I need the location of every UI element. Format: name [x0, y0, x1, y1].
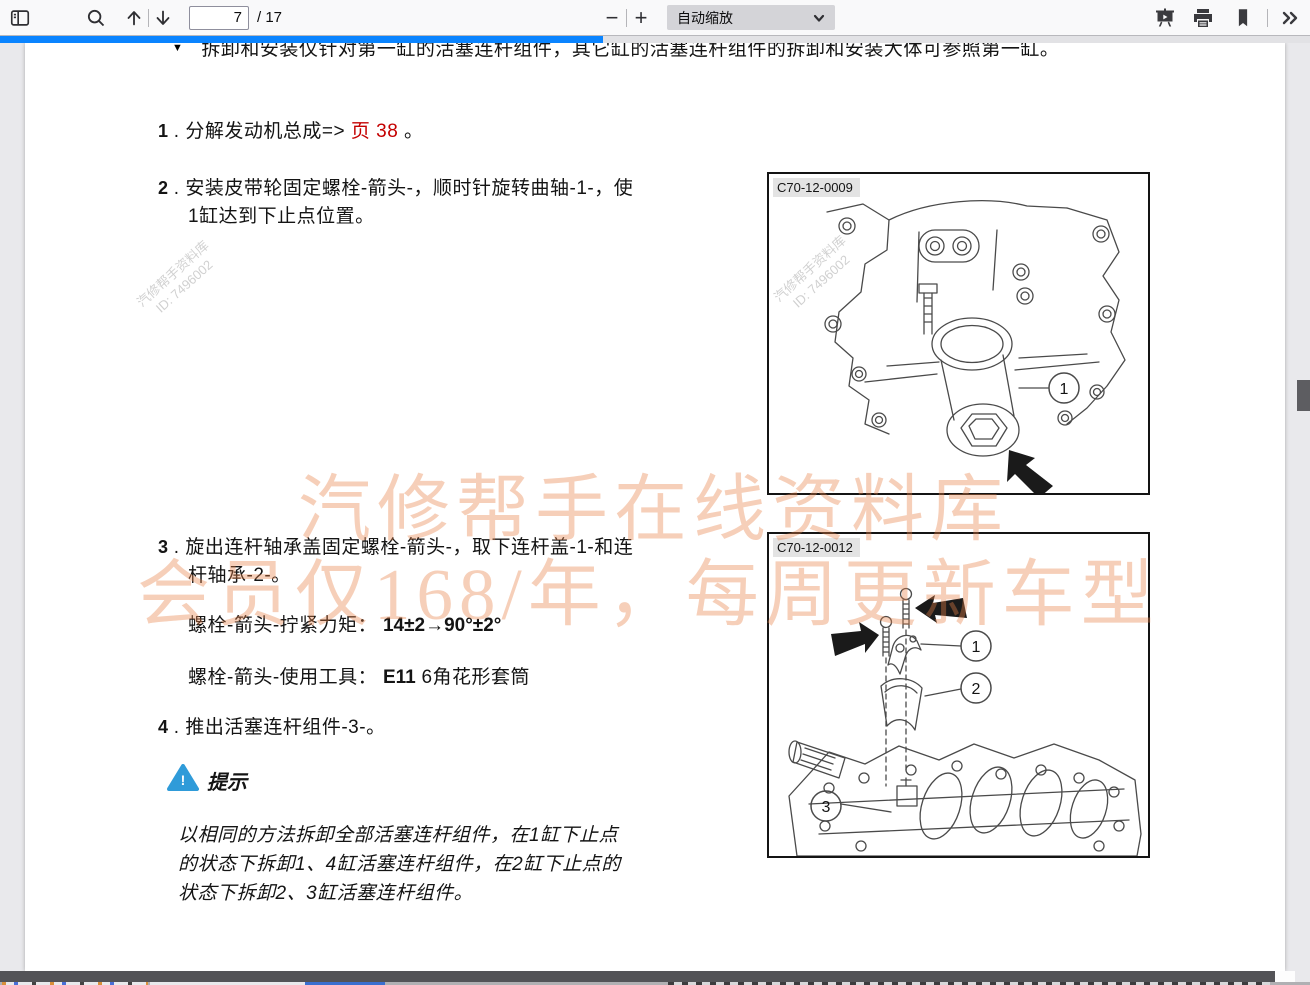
tool-rest: 6角花形套筒: [416, 667, 530, 688]
double-chevron-icon: [1278, 6, 1302, 30]
callout-1: 1: [1060, 381, 1069, 398]
zoom-select-label: 自动缩放: [677, 8, 789, 28]
step-number: 3: [158, 537, 168, 557]
figure-label: C70-12-0009: [773, 178, 860, 197]
pdf-page: ▼ 拆卸和安装仅针对第一缸的活塞连杆组件，其它缸的活塞连杆组件的拆卸和安装大体可…: [25, 43, 1285, 971]
torque-label: 螺栓-箭头-拧紧力矩：: [188, 615, 383, 636]
intro-bullet-row: ▼ 拆卸和安装仅针对第一缸的活塞连杆组件，其它缸的活塞连杆组件的拆卸和安装大体可…: [172, 43, 1059, 61]
vertical-scrollbar-thumb[interactable]: [1297, 380, 1310, 411]
arrow-down-icon: [152, 7, 174, 29]
arrow-marker: [831, 622, 879, 656]
pdf-toolbar: / 17 − + 自动缩放: [0, 0, 1310, 36]
callout-3: 3: [822, 799, 831, 816]
tip-title: 提示: [207, 766, 247, 795]
figure-c70-12-0009: C70-12-0009: [767, 172, 1150, 495]
warning-triangle-icon: !: [167, 764, 199, 792]
next-page-button[interactable]: [149, 4, 177, 32]
callout-1: 1: [972, 639, 981, 656]
bullet-marker: ▼: [172, 43, 183, 54]
engine-front-diagram: 1: [769, 174, 1148, 493]
presentation-mode-button[interactable]: [1151, 4, 1179, 32]
tool-code: E11: [383, 667, 416, 688]
more-tools-button[interactable]: [1276, 4, 1304, 32]
find-button[interactable]: [82, 4, 110, 32]
intro-text: 拆卸和安装仅针对第一缸的活塞连杆组件，其它缸的活塞连杆组件的拆卸和安装大体可参照…: [201, 43, 1059, 60]
page-38-link[interactable]: 页 38: [351, 121, 398, 142]
sidebar-toggle-button[interactable]: [6, 4, 34, 32]
step-sep: .: [168, 178, 185, 199]
step-2: 2 . 安装皮带轮固定螺栓-箭头-，顺时针旋转曲轴-1-，使: [158, 173, 633, 200]
tip-header: !: [167, 764, 199, 797]
tip-line-2: 的状态下拆卸1、4缸活塞连杆组件，在2缸下止点的: [178, 850, 621, 879]
current-view-bookmark-button[interactable]: [1229, 4, 1257, 32]
step-text: 分解发动机总成=>: [185, 121, 350, 142]
arrow-marker: [1007, 450, 1053, 493]
zoom-select[interactable]: 自动缩放: [667, 5, 835, 30]
step-3: 3 . 旋出连杆轴承盖固定螺栓-箭头-，取下连杆盖-1-和连: [158, 532, 633, 559]
step-1: 1 . 分解发动机总成=> 页 38 。: [158, 116, 424, 143]
loading-progress-track: [0, 36, 1310, 43]
tip-line-3: 状态下拆卸2、3缸活塞连杆组件。: [178, 879, 473, 908]
print-button[interactable]: [1189, 4, 1217, 32]
step-number: 4: [158, 717, 168, 737]
step-sep: .: [168, 717, 185, 738]
pdf-viewer: / 17 − + 自动缩放: [0, 0, 1310, 985]
callout-2: 2: [972, 681, 981, 698]
chevron-down-icon: [811, 10, 827, 26]
presentation-icon: [1153, 6, 1177, 30]
step-number: 2: [158, 178, 168, 198]
step-text: 旋出连杆轴承盖固定螺栓-箭头-，取下连杆盖-1-和连: [185, 537, 633, 558]
page-number-input[interactable]: [189, 6, 249, 30]
printer-icon: [1191, 6, 1215, 30]
step-3-line2: 杆轴承-2-。: [188, 560, 291, 587]
step-text: 推出活塞连杆组件-3-。: [185, 717, 385, 738]
step-2-line2: 1缸达到下止点位置。: [188, 201, 375, 228]
sidebar-toggle-icon: [9, 7, 31, 29]
page-count-label: / 17: [257, 9, 282, 26]
tool-spec: 螺栓-箭头-使用工具： E11 6角花形套筒: [188, 662, 530, 689]
step-text: 。: [398, 121, 423, 142]
torque-value: 14±2→90°±2°: [383, 615, 501, 636]
toolbar-divider: [1267, 9, 1268, 27]
torque-spec: 螺栓-箭头-拧紧力矩： 14±2→90°±2°: [188, 610, 501, 637]
figure-c70-12-0012: C70-12-0012: [767, 532, 1150, 858]
step-number: 1: [158, 121, 168, 141]
zoom-in-button[interactable]: +: [627, 4, 655, 32]
step-4: 4 . 推出活塞连杆组件-3-。: [158, 712, 386, 739]
bookmark-icon: [1232, 7, 1254, 29]
arrow-up-icon: [123, 7, 145, 29]
step-text: 安装皮带轮固定螺栓-箭头-，顺时针旋转曲轴-1-，使: [185, 178, 633, 199]
svg-text:!: !: [181, 772, 186, 788]
page-gap-bar: [0, 971, 1275, 982]
figure-label: C70-12-0012: [773, 538, 860, 557]
tip-line-1: 以相同的方法拆卸全部活塞连杆组件，在1缸下止点: [178, 821, 618, 850]
watermark-corner-left: 汽修帮手资料库 ID: 7496002: [133, 237, 223, 323]
search-icon: [85, 7, 107, 29]
minus-icon: −: [606, 5, 619, 31]
tool-label: 螺栓-箭头-使用工具：: [188, 667, 383, 688]
plus-icon: +: [635, 5, 648, 31]
page-gap-right: [1275, 971, 1295, 982]
zoom-out-button[interactable]: −: [598, 4, 626, 32]
arrow-marker: [915, 595, 967, 623]
step-sep: .: [168, 537, 185, 558]
previous-page-button[interactable]: [120, 4, 148, 32]
engine-bottom-diagram: 1 2 3: [769, 534, 1148, 856]
step-sep: .: [168, 121, 185, 142]
loading-progress-bar: [0, 36, 603, 43]
